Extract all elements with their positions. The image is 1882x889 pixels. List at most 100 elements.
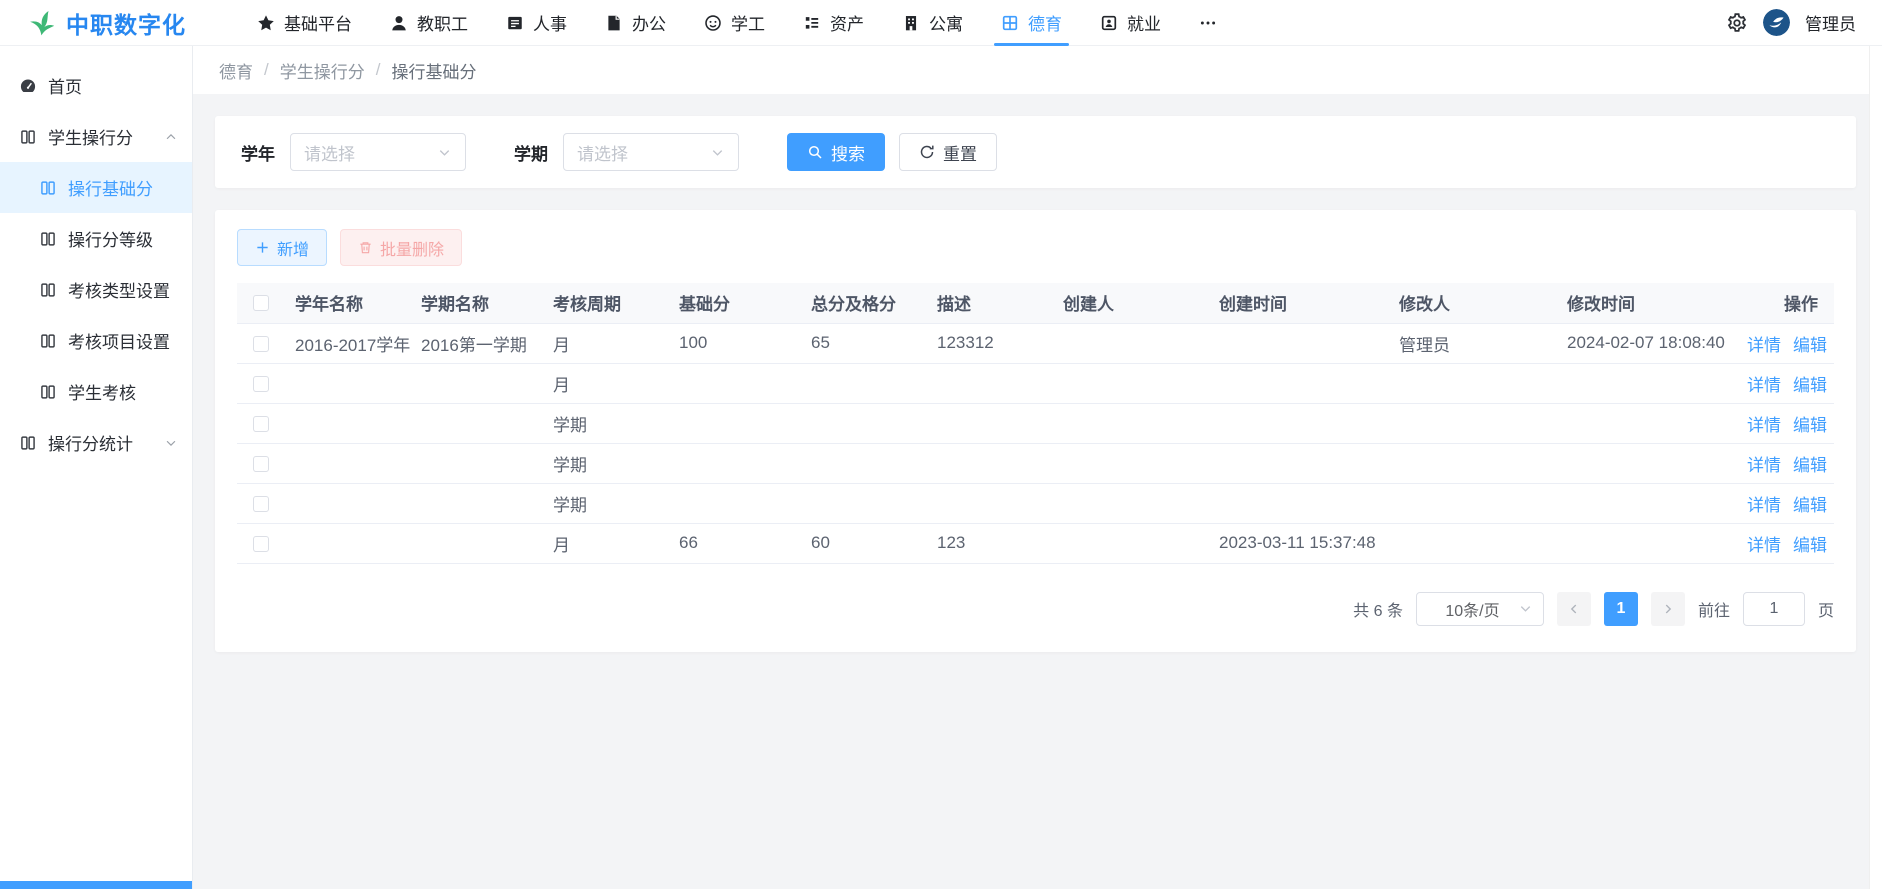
nav-item-资产[interactable]: 资产: [784, 0, 883, 46]
sidebar-item-操行分等级[interactable]: 操行分等级: [0, 213, 192, 264]
row-checkbox[interactable]: [253, 376, 269, 392]
table-cell: 学期: [543, 403, 669, 443]
sidebar-item-考核类型设置[interactable]: 考核类型设置: [0, 264, 192, 315]
page-unit-label: 页: [1818, 597, 1834, 621]
top-navbar: 中职数字化 基础平台教职工人事办公学工资产公寓 德育就业 管理员: [0, 0, 1882, 46]
search-button[interactable]: 搜索: [787, 133, 885, 171]
nav-item-就业[interactable]: 就业: [1081, 0, 1180, 46]
row-checkbox[interactable]: [253, 536, 269, 552]
table-cell: 月: [543, 363, 669, 403]
sidebar-item-考核项目设置[interactable]: 考核项目设置: [0, 315, 192, 366]
nav-item-学工[interactable]: 学工: [685, 0, 784, 46]
goto-page-input[interactable]: [1743, 592, 1805, 626]
table-cell: 123312: [927, 323, 1053, 363]
nav-item-德育[interactable]: 德育: [982, 0, 1081, 46]
nav-item-公寓[interactable]: 公寓: [883, 0, 982, 46]
goto-label: 前往: [1698, 597, 1730, 621]
row-checkbox[interactable]: [253, 416, 269, 432]
chevron-left-icon: [1567, 602, 1581, 616]
sidebar-menu: 首页学生操行分操行基础分操行分等级考核类型设置考核项目设置学生考核操行分统计: [0, 60, 192, 468]
add-button[interactable]: 新增: [237, 229, 327, 266]
user-name[interactable]: 管理员: [1805, 10, 1856, 35]
row-checkbox[interactable]: [253, 336, 269, 352]
breadcrumb-item[interactable]: 德育: [219, 58, 253, 83]
more-icon: [1199, 14, 1217, 32]
batch-delete-button[interactable]: 批量删除: [340, 229, 462, 266]
term-select[interactable]: 请选择: [563, 133, 739, 171]
breadcrumb-item[interactable]: 学生操行分: [280, 58, 365, 83]
page-size-value: 10条/页: [1427, 597, 1518, 621]
nav-item-label: 德育: [1028, 10, 1062, 35]
table-header-row: 学年名称学期名称考核周期基础分总分及格分描述创建人创建时间修改人修改时间操作: [237, 283, 1834, 323]
book-icon: [39, 383, 57, 401]
face-icon: [704, 14, 722, 32]
sidebar-item-label: 学生操行分: [48, 124, 133, 149]
row-action-详情[interactable]: 详情: [1747, 496, 1781, 515]
chevron-down-icon: [710, 145, 725, 160]
row-actions: 详情编辑删除: [1737, 363, 1834, 403]
row-action-编辑[interactable]: 编辑: [1793, 456, 1827, 475]
table-cell: [411, 363, 543, 403]
row-action-详情[interactable]: 详情: [1747, 336, 1781, 355]
app-logo[interactable]: 中职数字化: [26, 6, 222, 40]
row-action-编辑[interactable]: 编辑: [1793, 416, 1827, 435]
table-cell: 2023-03-11 15:37:48: [1209, 523, 1389, 563]
column-header-考核周期: 考核周期: [543, 283, 669, 323]
table-row: 学期详情编辑删除: [237, 443, 1834, 483]
nav-item-基础平台[interactable]: 基础平台: [238, 0, 371, 46]
table-cell: [1389, 523, 1557, 563]
sidebar-collapse-bar[interactable]: [0, 881, 192, 889]
row-action-编辑[interactable]: 编辑: [1793, 336, 1827, 355]
dashboard-icon: [19, 77, 37, 95]
nav-item-人事[interactable]: 人事: [487, 0, 586, 46]
table-cell: 月: [543, 323, 669, 363]
idcard-icon: [506, 14, 524, 32]
table-cell: [285, 363, 411, 403]
refresh-icon: [919, 144, 935, 160]
sidebar-item-学生考核[interactable]: 学生考核: [0, 366, 192, 417]
reset-button[interactable]: 重置: [899, 133, 997, 171]
prev-page-button[interactable]: [1557, 592, 1591, 626]
table-cell: [669, 403, 801, 443]
column-header-学期名称: 学期名称: [411, 283, 543, 323]
table-cell: [411, 483, 543, 523]
row-action-编辑[interactable]: 编辑: [1793, 536, 1827, 555]
avatar[interactable]: [1763, 9, 1790, 36]
row-action-编辑[interactable]: 编辑: [1793, 496, 1827, 515]
table-cell: 2016第一学期: [411, 323, 543, 363]
nav-item-教职工[interactable]: 教职工: [371, 0, 487, 46]
table-cell: [285, 523, 411, 563]
plus-icon: [255, 240, 270, 255]
row-action-详情[interactable]: 详情: [1747, 536, 1781, 555]
breadcrumb: 德育 / 学生操行分 / 操行基础分: [193, 46, 1882, 94]
search-icon: [807, 144, 823, 160]
sidebar-item-操行基础分[interactable]: 操行基础分: [0, 162, 192, 213]
row-action-详情[interactable]: 详情: [1747, 376, 1781, 395]
next-page-button[interactable]: [1651, 592, 1685, 626]
row-checkbox[interactable]: [253, 456, 269, 472]
row-checkbox[interactable]: [253, 496, 269, 512]
nav-item-办公[interactable]: 办公: [586, 0, 685, 46]
scrollbar-track[interactable]: [1869, 46, 1882, 889]
select-all-checkbox[interactable]: [253, 295, 269, 311]
document-icon: [605, 14, 623, 32]
gear-icon[interactable]: [1726, 12, 1748, 34]
year-select[interactable]: 请选择: [290, 133, 466, 171]
nav-item-more[interactable]: [1180, 0, 1236, 46]
sidebar-item-label: 操行分统计: [48, 430, 133, 455]
sidebar-item-操行分统计[interactable]: 操行分统计: [0, 417, 192, 468]
row-checkbox-cell: [237, 323, 285, 363]
page-size-select[interactable]: 10条/页: [1416, 592, 1544, 626]
table-cell: [1209, 483, 1389, 523]
row-action-详情[interactable]: 详情: [1747, 416, 1781, 435]
table-cell: 2016-2017学年: [285, 323, 411, 363]
sidebar-item-学生操行分[interactable]: 学生操行分: [0, 111, 192, 162]
table-cell: 2024-02-07 18:08:40: [1557, 323, 1737, 363]
sidebar-item-首页[interactable]: 首页: [0, 60, 192, 111]
page-number-1[interactable]: 1: [1604, 592, 1638, 626]
breadcrumb-separator: /: [264, 60, 269, 80]
column-header-学年名称: 学年名称: [285, 283, 411, 323]
chevron-down-icon: [437, 145, 452, 160]
row-action-编辑[interactable]: 编辑: [1793, 376, 1827, 395]
row-action-详情[interactable]: 详情: [1747, 456, 1781, 475]
